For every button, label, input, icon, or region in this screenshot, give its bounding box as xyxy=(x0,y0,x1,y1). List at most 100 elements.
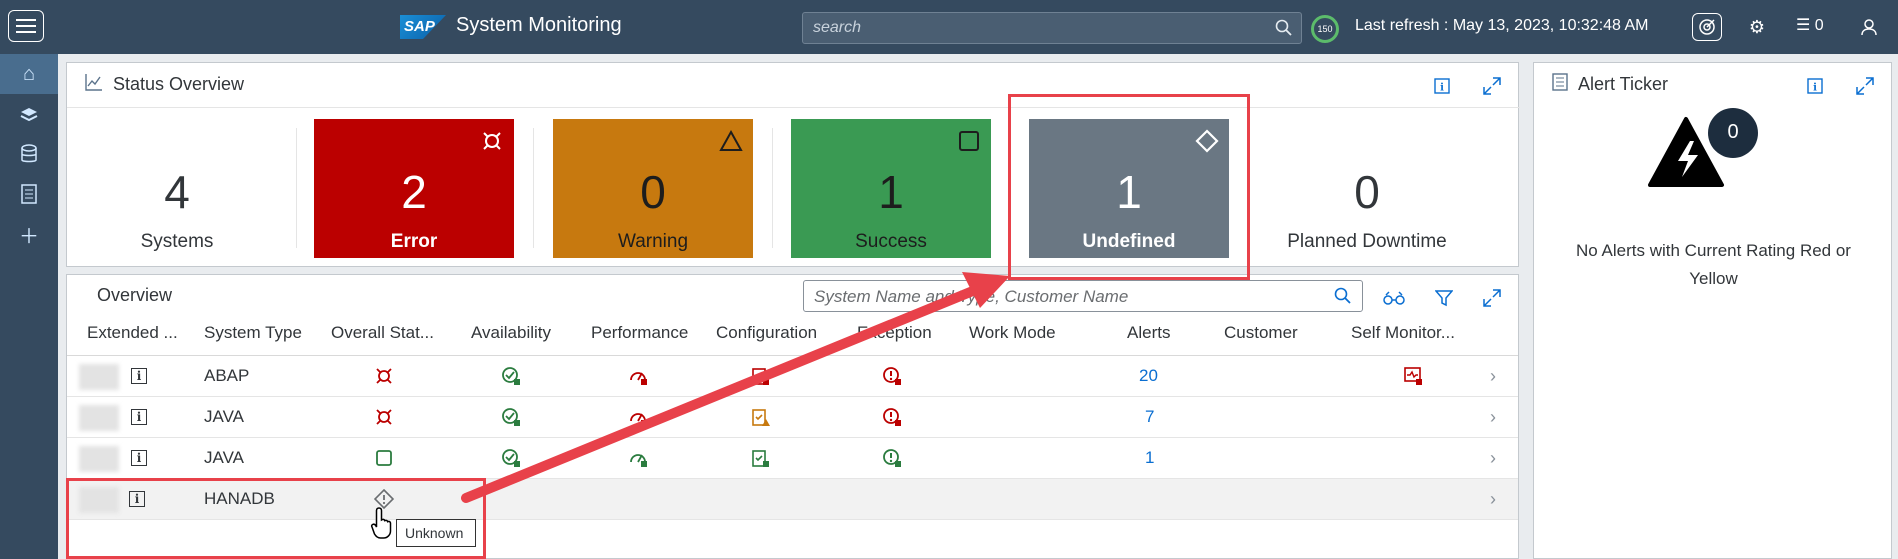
table-row[interactable]: i HANADB › xyxy=(67,479,1518,520)
nav-document-icon[interactable] xyxy=(0,174,58,214)
notifications-button[interactable]: ☰ 0 xyxy=(1796,15,1824,35)
chevron-right-icon[interactable]: › xyxy=(1490,489,1496,510)
performance-ok-icon xyxy=(630,454,647,467)
exception-error-icon xyxy=(883,408,901,426)
info-icon[interactable]: i xyxy=(1804,75,1826,97)
success-square-icon xyxy=(376,450,392,466)
col-system-type[interactable]: System Type xyxy=(204,323,302,359)
svg-text:i: i xyxy=(1813,83,1817,94)
alerts-count[interactable]: 1 xyxy=(1145,448,1154,468)
success-label: Success xyxy=(855,231,927,252)
unknown-tooltip: Unknown xyxy=(396,519,476,547)
system-type: JAVA xyxy=(204,448,244,467)
col-performance[interactable]: Performance xyxy=(591,323,688,359)
ticker-list-icon xyxy=(1552,72,1568,96)
system-type: ABAP xyxy=(204,366,250,385)
gear-icon[interactable]: ⚙ xyxy=(1742,13,1772,41)
planned-label: Planned Downtime xyxy=(1287,231,1447,252)
warning-count: 0 xyxy=(640,166,666,218)
status-tiles: 4 Systems 2 Error 0 Warning 1 Success 1 … xyxy=(67,107,1520,267)
chevron-right-icon[interactable]: › xyxy=(1490,448,1496,469)
nav-database-icon[interactable] xyxy=(0,134,58,174)
error-count: 2 xyxy=(401,166,427,218)
col-customer[interactable]: Customer xyxy=(1224,323,1298,359)
col-work-mode[interactable]: Work Mode xyxy=(969,323,1056,359)
diamond-icon xyxy=(1195,129,1219,153)
notification-icon: ☰ xyxy=(1796,17,1811,34)
info-icon[interactable]: i xyxy=(1431,75,1453,97)
side-navigation: ⌂ ＋ xyxy=(0,54,58,559)
col-alerts[interactable]: Alerts xyxy=(1127,323,1170,359)
refresh-ring-indicator[interactable]: 150 xyxy=(1311,15,1339,43)
chevron-right-icon[interactable]: › xyxy=(1490,366,1496,387)
success-tile[interactable]: 1 Success xyxy=(791,119,991,258)
redacted-name xyxy=(79,487,119,513)
notification-count: 0 xyxy=(1814,17,1824,34)
svg-text:i: i xyxy=(1440,83,1444,94)
col-self-monitor[interactable]: Self Monitor... xyxy=(1351,323,1455,359)
glasses-icon[interactable] xyxy=(1383,287,1405,309)
configuration-error-icon xyxy=(752,368,769,385)
info-icon[interactable]: i xyxy=(129,491,145,507)
planned-downtime-tile[interactable]: 0 Planned Downtime xyxy=(1267,119,1467,258)
info-icon[interactable]: i xyxy=(131,450,147,466)
undefined-tile[interactable]: 1 Undefined xyxy=(1029,119,1229,258)
hamburger-menu-button[interactable] xyxy=(8,10,44,42)
planned-count: 0 xyxy=(1354,166,1380,218)
search-icon[interactable] xyxy=(1334,287,1352,305)
alerts-count[interactable]: 7 xyxy=(1145,407,1154,427)
col-extended[interactable]: Extended ... xyxy=(87,323,178,359)
global-search-input[interactable]: search xyxy=(802,12,1302,44)
expand-icon[interactable] xyxy=(1481,287,1503,309)
exception-ok-icon xyxy=(883,449,901,467)
search-placeholder: search xyxy=(813,19,862,36)
expand-icon[interactable] xyxy=(1854,75,1876,97)
last-refresh-text: Last refresh : May 13, 2023, 10:32:48 AM xyxy=(1355,17,1649,34)
target-icon[interactable] xyxy=(1692,13,1722,41)
overview-title: Overview xyxy=(97,285,173,305)
overview-search-input[interactable]: System Name and Type, Customer Name xyxy=(803,280,1363,312)
warning-triangle-icon xyxy=(719,129,743,151)
col-exception[interactable]: Exception xyxy=(857,323,932,359)
availability-ok-icon xyxy=(502,449,520,467)
systems-label: Systems xyxy=(140,231,214,252)
col-availability[interactable]: Availability xyxy=(471,323,551,359)
success-square-icon xyxy=(959,131,979,151)
configuration-warning-icon xyxy=(752,409,770,426)
search-icon[interactable] xyxy=(1275,19,1293,37)
chevron-right-icon[interactable]: › xyxy=(1490,407,1496,428)
no-alerts-message: No Alerts with Current Rating Red or Yel… xyxy=(1576,241,1851,288)
alerts-count[interactable]: 20 xyxy=(1139,366,1158,386)
app-title: System Monitoring xyxy=(456,14,622,36)
availability-ok-icon xyxy=(502,408,520,426)
info-icon[interactable]: i xyxy=(131,409,147,425)
expand-icon[interactable] xyxy=(1481,75,1503,97)
user-icon[interactable] xyxy=(1854,13,1884,41)
systems-count: 4 xyxy=(164,166,190,218)
nav-home-icon[interactable]: ⌂ xyxy=(0,54,58,94)
status-overview-header: Status Overview xyxy=(67,63,1518,105)
nav-layers-icon[interactable] xyxy=(0,94,58,134)
filter-icon[interactable] xyxy=(1433,287,1455,309)
exception-error-icon xyxy=(883,367,901,385)
warning-tile[interactable]: 0 Warning xyxy=(553,119,753,258)
col-overall-status[interactable]: Overall Stat... xyxy=(331,323,434,359)
system-type: HANADB xyxy=(204,489,275,508)
shell-bar: SAP System Monitoring search 150 Last re… xyxy=(0,0,1898,54)
performance-error-icon xyxy=(630,372,647,385)
system-type: JAVA xyxy=(204,407,244,426)
systems-tile[interactable]: 4 Systems xyxy=(77,119,277,258)
table-row[interactable]: i JAVA 7 › xyxy=(67,397,1518,438)
warning-label: Warning xyxy=(617,231,689,252)
col-configuration[interactable]: Configuration xyxy=(716,323,817,359)
error-tile[interactable]: 2 Error xyxy=(314,119,514,258)
nav-add-icon[interactable]: ＋ xyxy=(0,214,58,254)
redacted-name xyxy=(79,364,119,390)
performance-error-icon xyxy=(630,413,647,426)
info-icon[interactable]: i xyxy=(131,368,147,384)
alert-ticker-panel: Alert Ticker i 0 No Alerts with Current … xyxy=(1533,62,1892,559)
status-overview-panel: Status Overview i 4 Systems 2 Error 0 Wa… xyxy=(66,62,1520,267)
table-row[interactable]: i ABAP 20 › xyxy=(67,356,1518,397)
table-row[interactable]: i JAVA 1 › xyxy=(67,438,1518,479)
redacted-name xyxy=(79,446,119,472)
